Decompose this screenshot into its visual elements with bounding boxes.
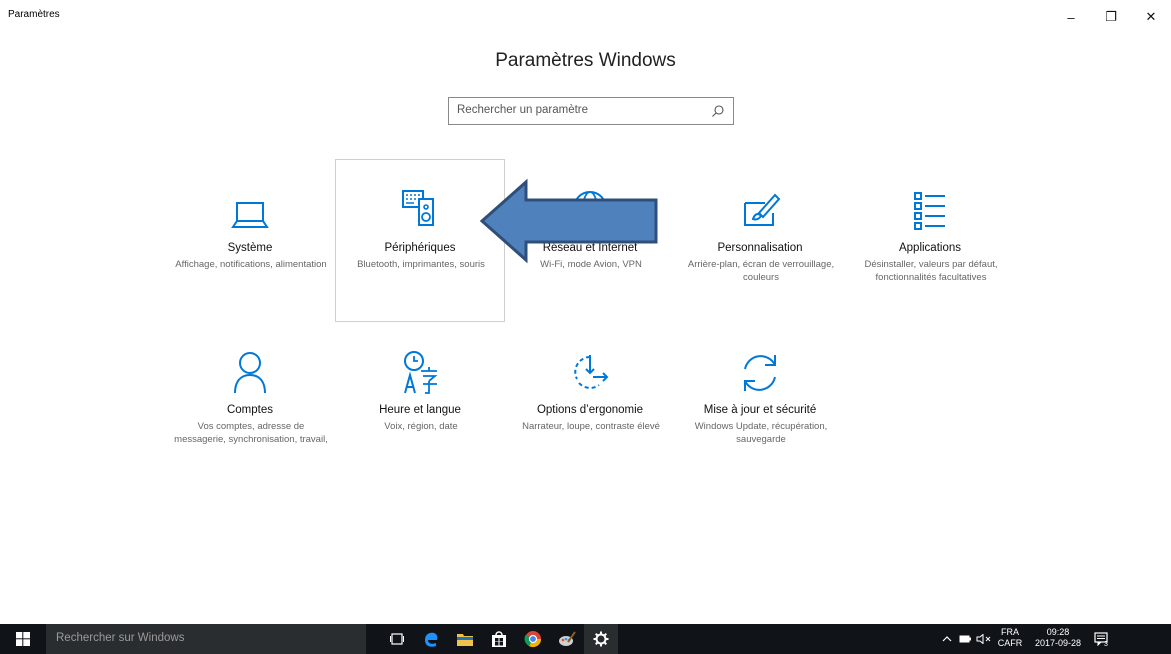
page-title: Paramètres Windows — [495, 50, 676, 71]
tile-description: Voix, région, date — [384, 421, 458, 432]
language-code: FRA — [1001, 627, 1019, 637]
tile-name: Comptes — [226, 404, 274, 416]
app-list-icon — [846, 189, 1014, 235]
tile-applications[interactable]: Applications Désinstaller, valeurs par d… — [845, 159, 1015, 322]
system-tray: FRA CAFR 09:28 2017-09-28 3 — [931, 624, 1171, 654]
windows-logo-icon — [16, 632, 30, 646]
task-view-icon[interactable] — [380, 624, 414, 654]
close-button[interactable]: ✕ — [1131, 0, 1171, 34]
notification-count: 3 — [1104, 640, 1108, 648]
tile-mise-a-jour[interactable]: Mise à jour et sécurité Windows Update, … — [675, 324, 845, 487]
battery-icon[interactable] — [957, 624, 973, 654]
taskbar-search-box[interactable]: Rechercher sur Windows — [46, 624, 366, 654]
tile-name: Personnalisation — [717, 242, 803, 254]
volume-muted-icon[interactable] — [975, 624, 993, 654]
clock[interactable]: 09:28 2017-09-28 — [1033, 627, 1083, 649]
tile-name: Mise à jour et sécurité — [703, 404, 817, 416]
tile-comptes[interactable]: Comptes Vos comptes, adresse de messager… — [165, 324, 335, 487]
minimize-button[interactable]: – — [1051, 0, 1091, 34]
edge-icon[interactable] — [414, 624, 448, 654]
tile-ergonomie[interactable]: Options d’ergonomie Narrateur, loupe, co… — [505, 324, 675, 487]
settings-icon[interactable] — [584, 624, 618, 654]
tile-description: Désinstaller, valeurs par défaut, foncti… — [864, 259, 998, 283]
clock-time: 09:28 — [1046, 627, 1070, 637]
tile-heure-langue[interactable]: Heure et langue Voix, région, date — [335, 324, 505, 487]
settings-search-box[interactable] — [448, 97, 734, 125]
chrome-icon[interactable] — [516, 624, 550, 654]
restore-button[interactable]: ❐ — [1091, 0, 1131, 34]
refresh-icon — [676, 349, 844, 395]
settings-window: Paramètres – ❐ ✕ Paramètres Windows Syst… — [0, 0, 1171, 624]
tile-personnalisation[interactable]: Personnalisation Arrière-plan, écran de … — [675, 159, 845, 322]
paint-brush-icon — [676, 189, 844, 235]
tile-description: Arrière-plan, écran de verrouillage, cou… — [687, 259, 835, 283]
keyboard-layout: CAFR — [997, 638, 1023, 648]
laptop-icon — [166, 193, 334, 239]
window-title: Paramètres — [8, 9, 60, 20]
search-icon[interactable] — [711, 104, 725, 118]
settings-search-input[interactable] — [457, 104, 707, 116]
window-controls: – ❐ ✕ — [1051, 0, 1171, 34]
person-icon — [166, 349, 334, 395]
tile-description: Vos comptes, adresse de messagerie, sync… — [174, 421, 328, 445]
chevron-up-icon[interactable] — [939, 624, 955, 654]
start-button[interactable] — [0, 624, 46, 654]
store-icon[interactable] — [482, 624, 516, 654]
tile-description: Affichage, notifications, alimentation — [175, 259, 327, 270]
clock-date: 2017-09-28 — [1034, 638, 1082, 648]
file-explorer-icon[interactable] — [448, 624, 482, 654]
title-bar: Paramètres – ❐ ✕ — [0, 0, 1171, 34]
taskbar: Rechercher sur Windows FRA CAFR 09:28 20… — [0, 624, 1171, 654]
tile-name: Système — [227, 242, 273, 254]
tile-description: Windows Update, récupération, sauvegarde — [694, 421, 828, 445]
tile-description: Narrateur, loupe, contraste élevé — [522, 421, 660, 432]
tile-name: Applications — [898, 242, 961, 254]
taskbar-search-placeholder: Rechercher sur Windows — [56, 632, 185, 644]
notification-center-icon[interactable]: 3 — [1089, 624, 1113, 654]
tile-name: Heure et langue — [379, 404, 461, 416]
paint-icon[interactable] — [550, 624, 584, 654]
tile-description: Bluetooth, imprimantes, souris — [357, 259, 485, 270]
tile-systeme[interactable]: Système Affichage, notifications, alimen… — [165, 159, 335, 322]
left-arrow-annotation — [479, 178, 658, 264]
tile-name: Options d’ergonomie — [536, 404, 644, 416]
language-indicator[interactable]: FRA CAFR — [995, 627, 1025, 649]
clock-language-icon — [336, 349, 504, 395]
ease-of-access-icon — [506, 349, 674, 395]
